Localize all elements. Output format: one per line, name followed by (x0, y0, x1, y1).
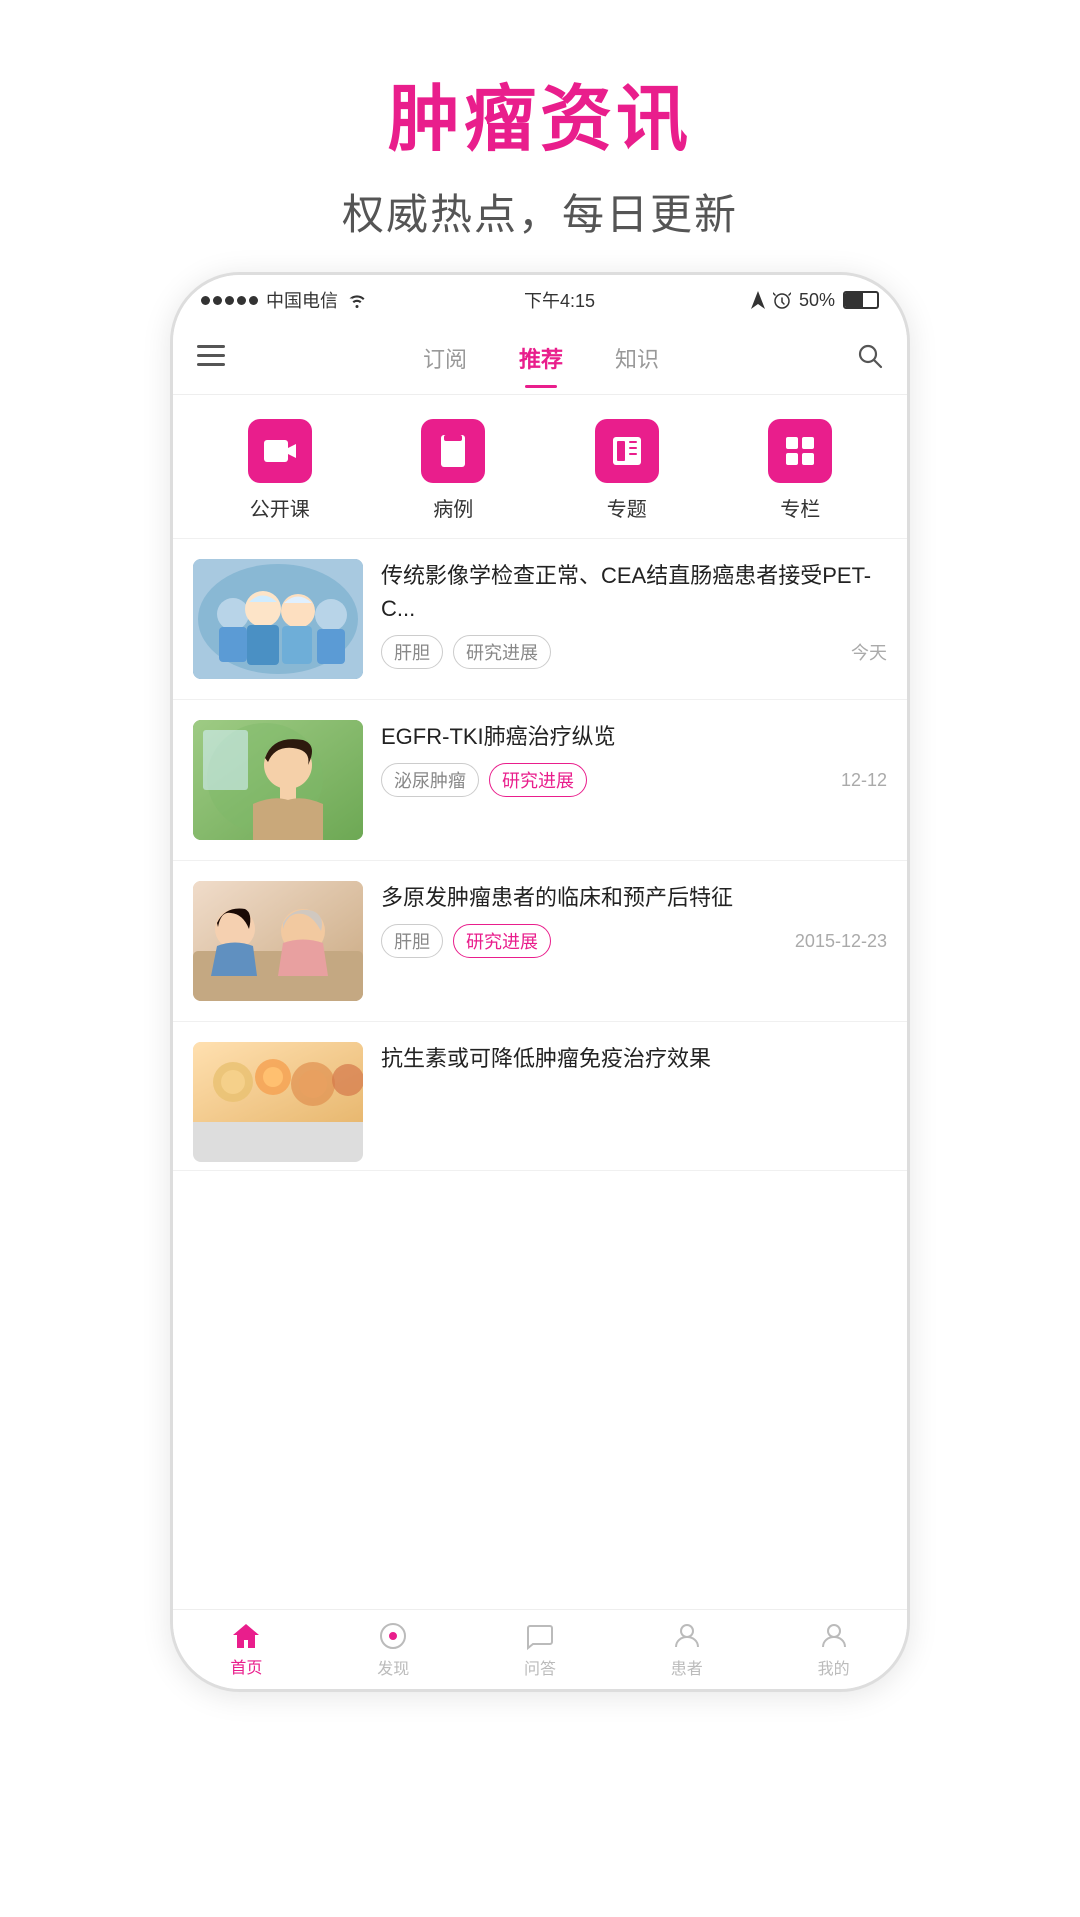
tabbar-label-patient: 患者 (671, 1655, 703, 1679)
signal-dots (201, 296, 258, 305)
news-item-2[interactable]: EGFR-TKI肺癌治疗纵览 泌尿肿瘤 研究进展 12-12 (173, 700, 907, 861)
grid-icon (768, 419, 832, 483)
wifi-icon (346, 292, 368, 308)
news-thumb-4 (193, 1042, 363, 1162)
news-content-2: EGFR-TKI肺癌治疗纵览 泌尿肿瘤 研究进展 12-12 (381, 720, 887, 797)
status-left: 中国电信 (201, 287, 368, 313)
alarm-icon (773, 291, 791, 309)
discover-icon (378, 1621, 408, 1651)
category-label-column: 专栏 (780, 493, 820, 522)
nav-tab-list: 订阅 推荐 知识 (249, 342, 833, 378)
tabbar-item-mine[interactable]: 我的 (760, 1621, 907, 1679)
news-thumb-2 (193, 720, 363, 840)
news-thumb-1 (193, 559, 363, 679)
tabbar-label-discover: 发现 (377, 1655, 409, 1679)
category-label-case: 病例 (433, 493, 473, 522)
news-item-4[interactable]: 抗生素或可降低肿瘤免疫治疗效果 (173, 1022, 907, 1171)
tabbar-label-mine: 我的 (818, 1655, 850, 1679)
book-icon (595, 419, 659, 483)
news-title-3: 多原发肿瘤患者的临床和预产后特征 (381, 881, 887, 914)
tag-gandam-3: 肝胆 (381, 924, 443, 958)
battery-percent: 50% (799, 290, 835, 311)
category-label-open-class: 公开课 (250, 493, 310, 522)
tabbar-item-home[interactable]: 首页 (173, 1622, 320, 1678)
category-open-class[interactable]: 公开课 (248, 419, 312, 522)
category-row: 公开课 病例 (173, 395, 907, 539)
tab-recommend[interactable]: 推荐 (519, 342, 563, 378)
category-topic[interactable]: 专题 (595, 419, 659, 522)
tabbar-label-qa: 问答 (524, 1655, 556, 1679)
status-right: 50% (751, 290, 879, 311)
tabbar-label-home: 首页 (230, 1654, 262, 1678)
news-meta-3: 肝胆 研究进展 2015-12-23 (381, 924, 887, 958)
video-icon (248, 419, 312, 483)
tabbar-item-patient[interactable]: 患者 (613, 1621, 760, 1679)
tag-research: 研究进展 (453, 635, 551, 669)
carrier-label: 中国电信 (266, 287, 338, 313)
news-date-1: 今天 (851, 639, 887, 665)
news-title-4: 抗生素或可降低肿瘤免疫治疗效果 (381, 1042, 887, 1075)
phone-frame: 中国电信 下午4:15 50% (170, 272, 910, 1692)
tag-research-2: 研究进展 (489, 763, 587, 797)
news-meta-1: 肝胆 研究进展 今天 (381, 635, 887, 669)
tabbar-item-discover[interactable]: 发现 (320, 1621, 467, 1679)
news-date-2: 12-12 (841, 770, 887, 791)
news-item-1[interactable]: 传统影像学检查正常、CEA结直肠癌患者接受PET-C... 肝胆 研究进展 今天 (173, 539, 907, 700)
patient-icon (672, 1621, 702, 1651)
tab-subscribe[interactable]: 订阅 (423, 342, 467, 378)
page-title-main: 肿瘤资讯 (342, 60, 738, 165)
page-header: 肿瘤资讯 权威热点，每日更新 (342, 60, 738, 242)
news-date-3: 2015-12-23 (795, 931, 887, 952)
search-icon[interactable] (857, 343, 883, 376)
page-title-sub: 权威热点，每日更新 (342, 181, 738, 242)
mine-icon (819, 1621, 849, 1651)
tag-research-3: 研究进展 (453, 924, 551, 958)
news-content-4: 抗生素或可降低肿瘤免疫治疗效果 (381, 1042, 887, 1075)
news-meta-2: 泌尿肿瘤 研究进展 12-12 (381, 763, 887, 797)
news-content-1: 传统影像学检查正常、CEA结直肠癌患者接受PET-C... 肝胆 研究进展 今天 (381, 559, 887, 669)
tab-knowledge[interactable]: 知识 (615, 342, 659, 378)
category-case[interactable]: 病例 (421, 419, 485, 522)
news-item-3[interactable]: 多原发肿瘤患者的临床和预产后特征 肝胆 研究进展 2015-12-23 (173, 861, 907, 1022)
nav-tabs: 订阅 推荐 知识 (173, 325, 907, 395)
doc-icon (421, 419, 485, 483)
tag-gandam: 肝胆 (381, 635, 443, 669)
qa-icon (525, 1621, 555, 1651)
category-label-topic: 专题 (607, 493, 647, 522)
bottom-tabbar: 首页 发现 问答 患者 我的 (173, 1609, 907, 1689)
hamburger-menu-icon[interactable] (197, 345, 225, 374)
battery-indicator (843, 291, 879, 309)
category-column[interactable]: 专栏 (768, 419, 832, 522)
news-list: 传统影像学检查正常、CEA结直肠癌患者接受PET-C... 肝胆 研究进展 今天 (173, 539, 907, 1609)
news-content-3: 多原发肿瘤患者的临床和预产后特征 肝胆 研究进展 2015-12-23 (381, 881, 887, 958)
tag-urinary: 泌尿肿瘤 (381, 763, 479, 797)
status-time: 下午4:15 (524, 287, 595, 313)
location-icon (751, 291, 765, 309)
status-bar: 中国电信 下午4:15 50% (173, 275, 907, 325)
tabbar-item-qa[interactable]: 问答 (467, 1621, 614, 1679)
news-title-2: EGFR-TKI肺癌治疗纵览 (381, 720, 887, 753)
news-thumb-3 (193, 881, 363, 1001)
home-icon (231, 1622, 261, 1650)
news-title-1: 传统影像学检查正常、CEA结直肠癌患者接受PET-C... (381, 559, 887, 625)
